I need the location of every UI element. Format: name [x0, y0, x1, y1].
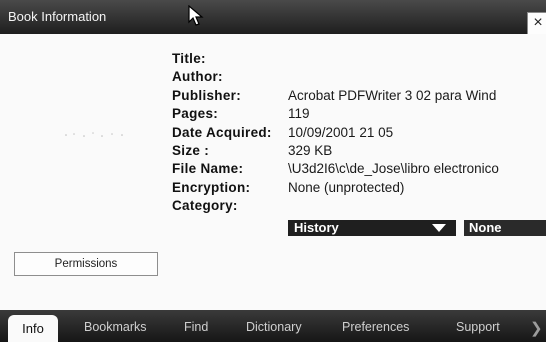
date-acquired-label: Date Acquired:: [172, 124, 272, 140]
info-row-category: Category:: [172, 198, 499, 216]
publisher-value: Acrobat PDFWriter 3 02 para Wind: [288, 87, 497, 103]
category-label: Category:: [172, 198, 238, 214]
file-name-label: File Name:: [172, 161, 244, 177]
chevron-down-icon: [432, 224, 446, 232]
info-row-date-acquired: Date Acquired: 10/09/2001 21 05: [172, 125, 499, 143]
tab-support[interactable]: Support: [456, 320, 500, 334]
tab-dictionary[interactable]: Dictionary: [246, 320, 302, 334]
subcategory-selected: None: [469, 220, 502, 235]
info-row-author: Author:: [172, 69, 499, 87]
info-row-pages: Pages: 119: [172, 106, 499, 124]
tab-find[interactable]: Find: [184, 320, 208, 334]
info-row-title: Title:: [172, 51, 499, 69]
tab-preferences[interactable]: Preferences: [342, 320, 409, 334]
book-thumbnail: [65, 132, 123, 137]
bottom-tab-bar: Info Bookmarks Find Dictionary Preferenc…: [0, 310, 546, 342]
info-row-encryption: Encryption: None (unprotected): [172, 180, 499, 198]
chevron-right-icon[interactable]: ❯: [530, 319, 543, 337]
close-button[interactable]: ×: [527, 12, 546, 36]
subcategory-dropdown[interactable]: None: [464, 220, 546, 236]
date-acquired-value: 10/09/2001 21 05: [288, 124, 394, 140]
mouse-pointer-icon: [188, 5, 204, 26]
title-label: Title:: [172, 51, 206, 66]
tab-bookmarks[interactable]: Bookmarks: [84, 320, 147, 334]
file-name-value: \U3d2I6\c\de_Jose\libro electronico: [288, 161, 499, 177]
category-dropdown[interactable]: History: [288, 220, 456, 236]
size-label: Size :: [172, 142, 210, 158]
dialog-title: Book Information: [8, 9, 107, 24]
tab-info[interactable]: Info: [8, 315, 58, 342]
book-info-table: Title: Author: Publisher: Acrobat PDFWri…: [172, 51, 499, 217]
info-row-file-name: File Name: \U3d2I6\c\de_Jose\libro elect…: [172, 161, 499, 179]
publisher-label: Publisher:: [172, 87, 242, 103]
author-label: Author:: [172, 69, 223, 85]
close-icon: ×: [533, 14, 543, 31]
pages-label: Pages:: [172, 106, 219, 122]
category-selected: History: [294, 220, 339, 235]
encryption-label: Encryption:: [172, 179, 251, 195]
info-row-size: Size : 329 KB: [172, 143, 499, 161]
permissions-button[interactable]: Permissions: [14, 252, 158, 276]
info-row-publisher: Publisher: Acrobat PDFWriter 3 02 para W…: [172, 88, 499, 106]
book-information-dialog: Book Information × Title: Author: Publis…: [0, 0, 546, 342]
pages-value: 119: [288, 106, 310, 122]
size-value: 329 KB: [288, 142, 333, 158]
title-bar: Book Information ×: [0, 0, 546, 36]
encryption-value: None (unprotected): [288, 179, 405, 195]
